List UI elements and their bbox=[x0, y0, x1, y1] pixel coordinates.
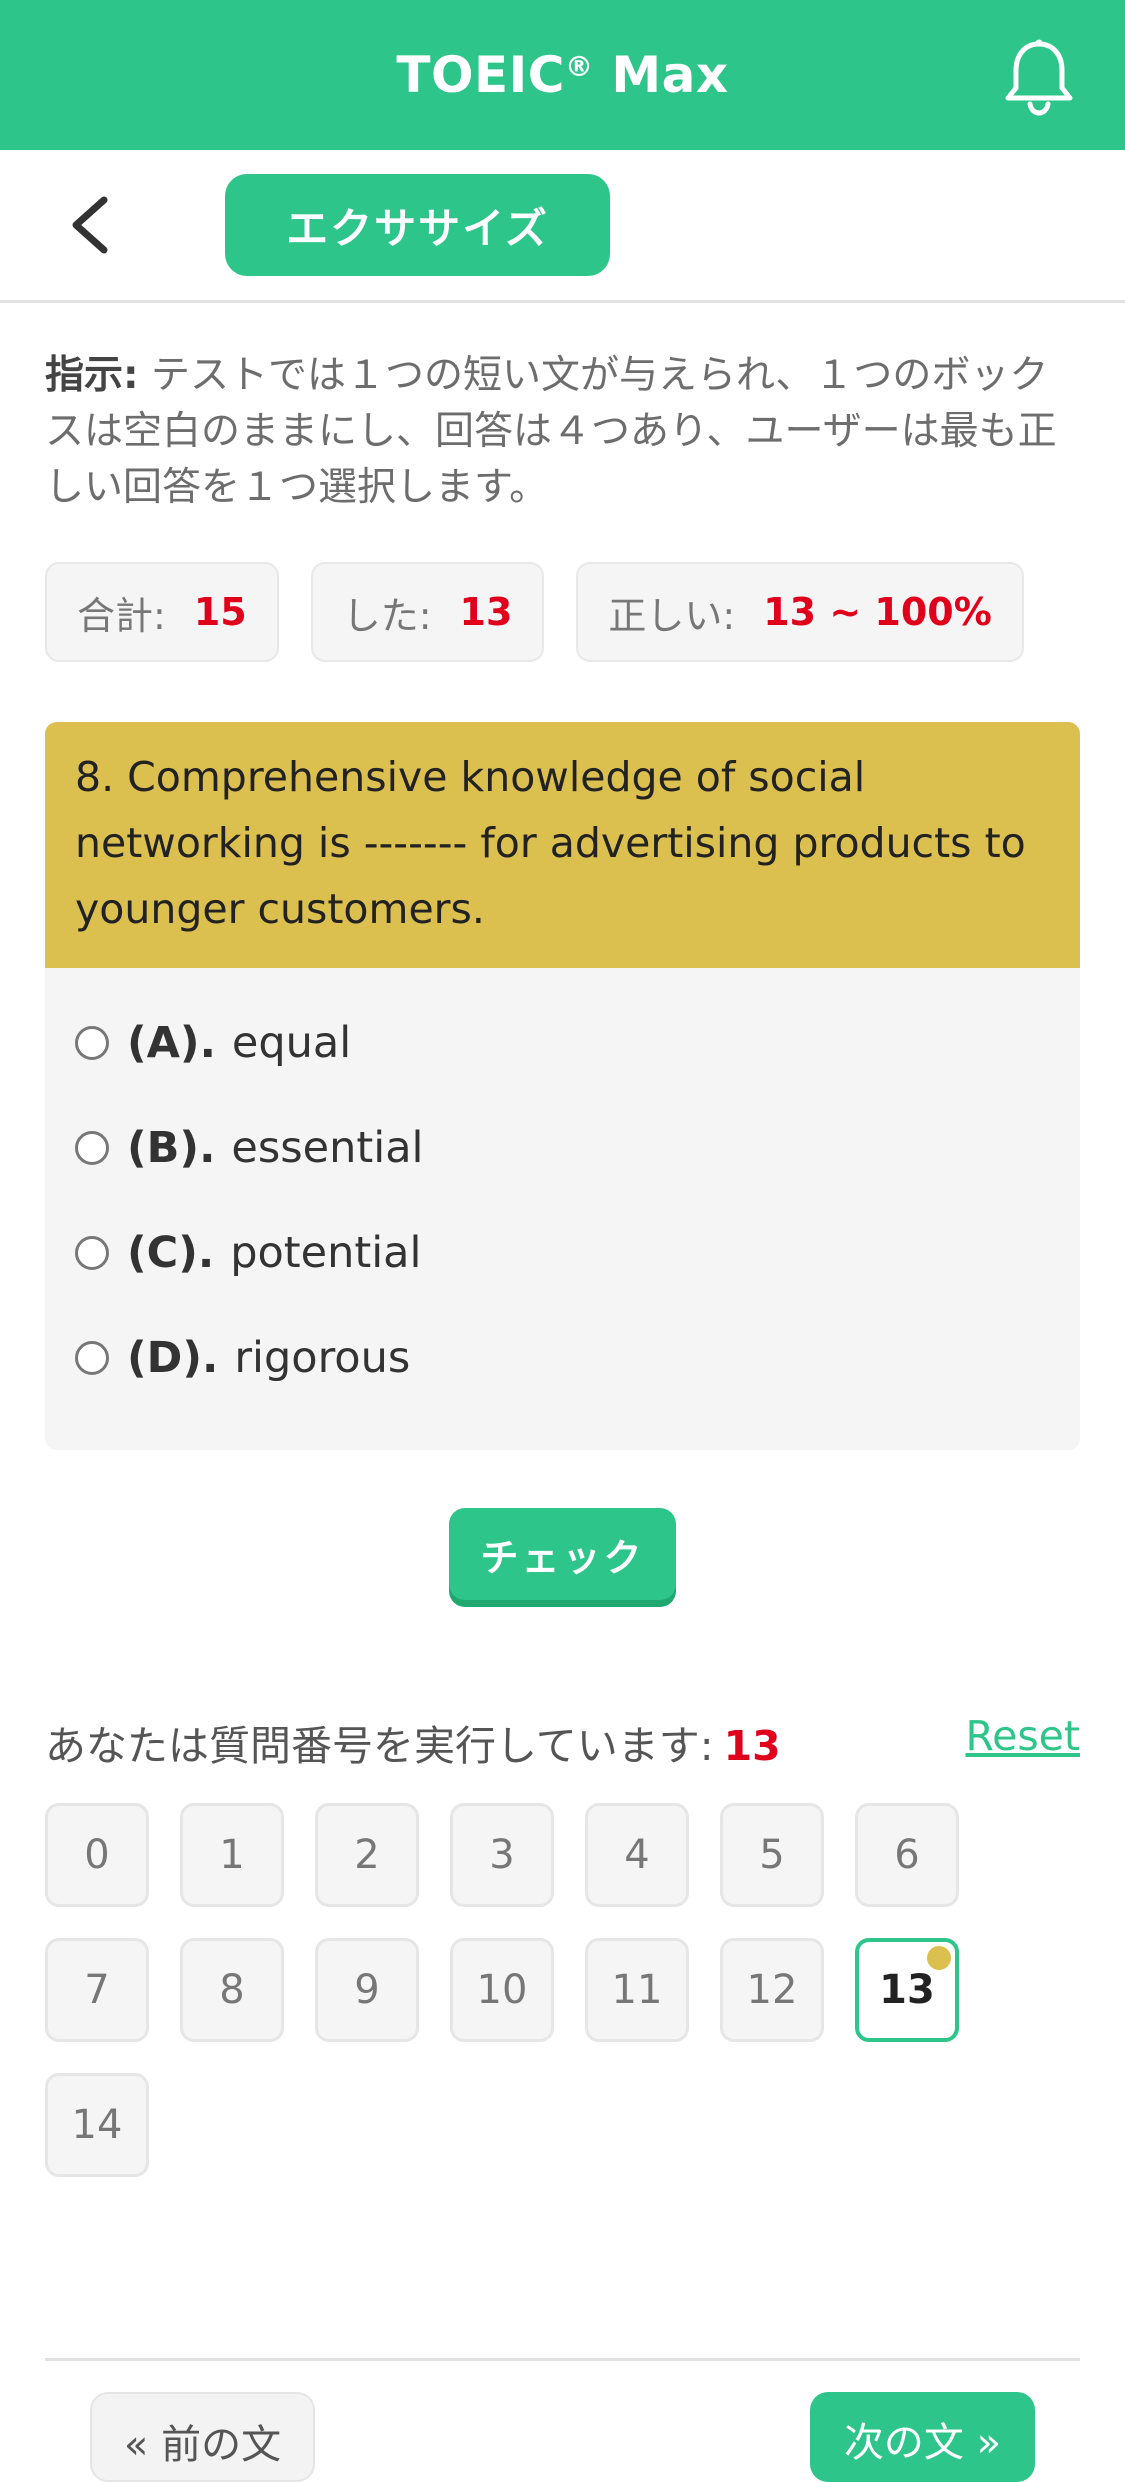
stat-done: した: 13 bbox=[310, 562, 545, 662]
reset-link[interactable]: Reset bbox=[965, 1712, 1080, 1760]
question-number-4[interactable]: 4 bbox=[585, 1803, 689, 1907]
question-number-5[interactable]: 5 bbox=[720, 1803, 824, 1907]
stat-total: 合計: 15 bbox=[45, 562, 279, 662]
app-title: TOEIC® Max bbox=[396, 46, 729, 104]
next-sentence-button[interactable]: 次の文 » bbox=[810, 2392, 1035, 2482]
stat-correct: 正しい: 13 ~ 100% bbox=[576, 562, 1024, 662]
check-button[interactable]: チェック bbox=[449, 1508, 676, 1600]
question-number-7[interactable]: 7 bbox=[45, 1938, 149, 2042]
option-d[interactable]: (D). rigorous bbox=[45, 1305, 1080, 1410]
app-header: TOEIC® Max bbox=[0, 0, 1125, 150]
option-c[interactable]: (C). potential bbox=[45, 1200, 1080, 1305]
radio-button[interactable] bbox=[75, 1025, 109, 1060]
prev-sentence-button[interactable]: « 前の文 bbox=[90, 2392, 315, 2482]
question-number-1[interactable]: 1 bbox=[180, 1803, 284, 1907]
progress-label: あなたは質問番号を実行しています: 13 bbox=[45, 1722, 781, 1770]
option-b[interactable]: (B). essential bbox=[45, 1095, 1080, 1200]
question-text: 8. Comprehensive knowledge of social net… bbox=[45, 722, 1080, 968]
question-card: 8. Comprehensive knowledge of social net… bbox=[45, 722, 1080, 1450]
chevron-left-icon[interactable] bbox=[60, 192, 120, 258]
stats-row: 合計: 15 した: 13 正しい: 13 ~ 100% bbox=[45, 562, 1024, 662]
radio-button[interactable] bbox=[75, 1340, 109, 1375]
question-number-11[interactable]: 11 bbox=[585, 1938, 689, 2042]
exercise-button[interactable]: エクササイズ bbox=[225, 174, 610, 276]
bell-icon[interactable] bbox=[1003, 38, 1075, 116]
question-number-13-active[interactable]: 13 bbox=[855, 1938, 959, 2042]
question-number-8[interactable]: 8 bbox=[180, 1938, 284, 2042]
question-number-10[interactable]: 10 bbox=[450, 1938, 554, 2042]
question-number-3[interactable]: 3 bbox=[450, 1803, 554, 1907]
radio-button[interactable] bbox=[75, 1235, 109, 1270]
question-number-2[interactable]: 2 bbox=[315, 1803, 419, 1907]
radio-button[interactable] bbox=[75, 1130, 109, 1165]
instruction-text: 指示: テストでは１つの短い文が与えられ、１つのボックスは空白のままにし、回答は… bbox=[45, 353, 1057, 510]
answer-options: (A). equal (B). essential (C). potential… bbox=[45, 968, 1080, 1410]
divider bbox=[45, 2358, 1080, 2361]
question-number-14[interactable]: 14 bbox=[45, 2073, 149, 2177]
option-a[interactable]: (A). equal bbox=[45, 990, 1080, 1095]
question-number-6[interactable]: 6 bbox=[855, 1803, 959, 1907]
sub-header: エクササイズ bbox=[0, 150, 1125, 303]
question-number-0[interactable]: 0 bbox=[45, 1803, 149, 1907]
question-number-9[interactable]: 9 bbox=[315, 1938, 419, 2042]
current-indicator-dot bbox=[927, 1946, 951, 1970]
question-number-12[interactable]: 12 bbox=[720, 1938, 824, 2042]
